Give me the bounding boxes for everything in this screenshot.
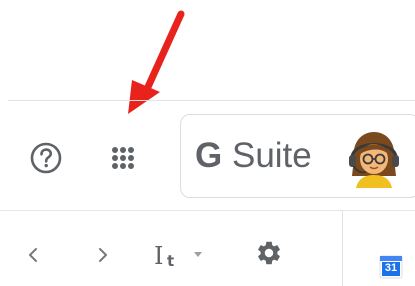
help-circle-icon: [30, 142, 62, 174]
apps-button[interactable]: [102, 138, 144, 178]
previous-button[interactable]: [20, 240, 46, 270]
gmail-header-crop: G Suite I t 31: [0, 0, 415, 286]
user-avatar-icon[interactable]: [344, 128, 404, 188]
svg-text:t: t: [167, 252, 174, 270]
calendar-date-badge: 31: [384, 262, 398, 274]
panel-divider: [342, 211, 343, 286]
input-tools-icon: I t: [154, 242, 202, 270]
apps-grid-icon: [112, 147, 134, 169]
gear-icon: [258, 241, 280, 265]
settings-button[interactable]: [252, 236, 286, 270]
next-button[interactable]: [90, 240, 116, 270]
calendar-app-button[interactable]: 31: [379, 254, 403, 280]
svg-text:I: I: [154, 242, 163, 270]
chevron-right-icon: [99, 248, 107, 262]
help-button[interactable]: [26, 138, 66, 178]
top-divider: [8, 100, 415, 101]
gsuite-suite-word: Suite: [231, 136, 312, 175]
gsuite-g-letter: G: [195, 136, 223, 175]
gsuite-logo: G Suite: [195, 136, 312, 176]
input-tools-button[interactable]: I t: [150, 238, 214, 272]
chevron-left-icon: [29, 248, 37, 262]
toolbar-divider: [0, 210, 415, 211]
